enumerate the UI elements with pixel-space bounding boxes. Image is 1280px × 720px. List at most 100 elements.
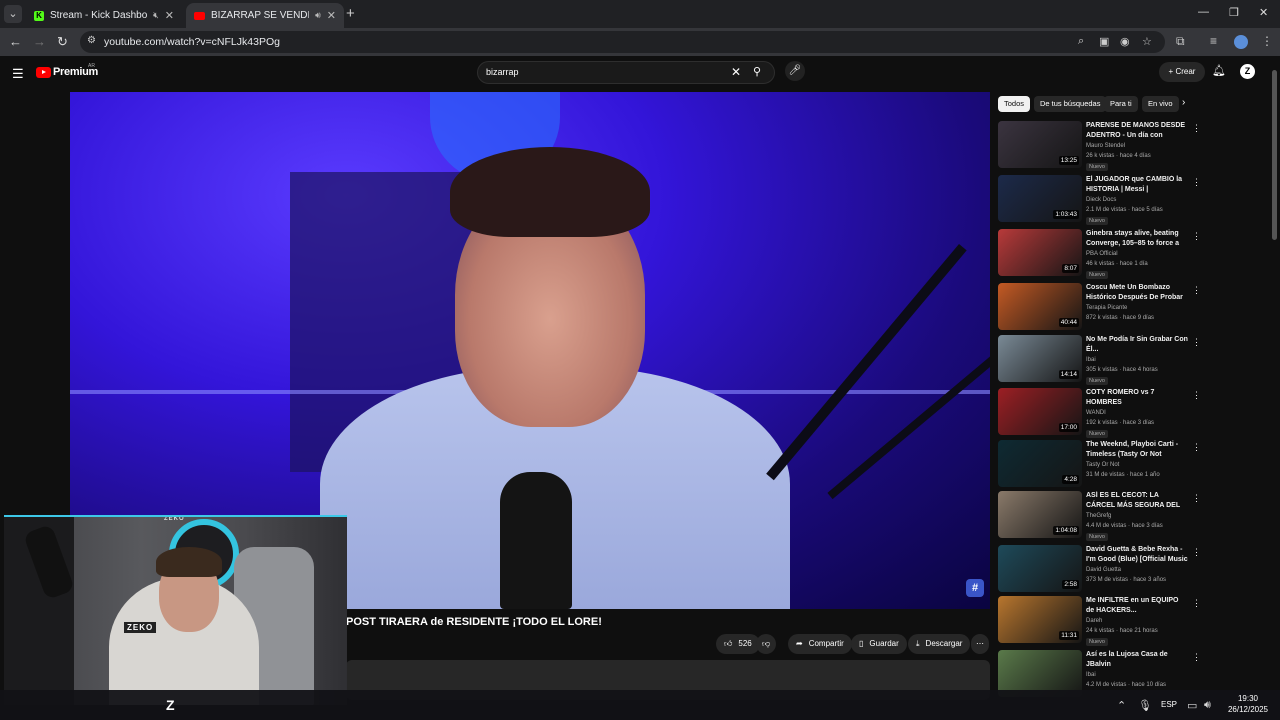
youtube-logo-icon[interactable] (36, 67, 51, 78)
profile-avatar[interactable] (1234, 35, 1248, 49)
recommendation-title[interactable]: Así es la Lujosa Casa de JBalvin (1086, 650, 1188, 669)
recommendation-title[interactable]: David Guetta & Bebe Rexha - I'm Good (Bl… (1086, 545, 1188, 564)
channel-name[interactable]: PBA Official (1086, 251, 1118, 257)
video-thumbnail[interactable]: 14:14 (998, 335, 1082, 382)
channel-name[interactable]: Dareh (1086, 618, 1102, 624)
more-options-icon[interactable]: ⋮ (1192, 285, 1201, 296)
recommendation-title[interactable]: El JUGADOR que CAMBIÓ la HISTORIA | Mess… (1086, 175, 1188, 194)
more-options-icon[interactable]: ⋮ (1192, 547, 1201, 558)
search-input[interactable]: bizarrap (486, 67, 519, 77)
reload-icon[interactable]: ↻ (57, 34, 68, 50)
recommendation-item[interactable]: 2:58 David Guetta & Bebe Rexha - I'm Good… (998, 545, 1201, 595)
video-thumbnail[interactable]: 13:25 (998, 121, 1082, 168)
recommendation-title[interactable]: COTY ROMERO vs 7 HOMBRES (1086, 388, 1188, 407)
scrollbar-thumb[interactable] (1272, 70, 1277, 240)
forward-icon[interactable]: → (33, 34, 46, 49)
recommendation-title[interactable]: Coscu Mete Un Bombazo Histórico Después … (1086, 283, 1188, 302)
recommendation-item[interactable]: 1:03:43 El JUGADOR que CAMBIÓ la HISTORIA… (998, 175, 1201, 225)
mute-icon[interactable]: 🔇︎ (153, 10, 159, 21)
notifications-bell-icon[interactable]: 🔔︎ (1212, 64, 1226, 77)
video-thumbnail[interactable]: 4:28 (998, 440, 1082, 487)
site-info-icon[interactable]: ⚙︎ (87, 35, 96, 46)
share-button[interactable]: ➦ Compartir (788, 634, 852, 654)
channel-watermark[interactable]: # (966, 579, 984, 597)
network-icon[interactable]: ▭ (1187, 699, 1197, 712)
recommendation-title[interactable]: No Me Podía Ir Sin Grabar Con Él... (1086, 335, 1188, 354)
recommendation-item[interactable]: 40:44 Coscu Mete Un Bombazo Histórico Des… (998, 283, 1201, 333)
video-thumbnail[interactable]: 8:07 (998, 229, 1082, 276)
channel-name[interactable]: Tasty Or Not (1086, 462, 1119, 468)
more-options-icon[interactable]: ⋮ (1192, 231, 1201, 242)
account-avatar[interactable]: Z (1240, 64, 1255, 79)
restore-button[interactable]: ❐ (1229, 6, 1239, 19)
channel-name[interactable]: Ibai (1086, 357, 1096, 363)
tab-kick-dashboard[interactable]: K Stream - Kick Dashboard 🔇︎ ✕ (26, 3, 182, 28)
reading-list-icon[interactable]: ≡ (1210, 34, 1217, 48)
video-thumbnail[interactable]: 1:04:08 (998, 491, 1082, 538)
url-text[interactable]: youtube.com/watch?v=cNFLJk43POg (104, 36, 280, 48)
cast-icon[interactable]: ▣ (1099, 35, 1109, 48)
chip-para-ti[interactable]: Para ti (1104, 96, 1138, 112)
chip-todos[interactable]: Todos (998, 96, 1031, 112)
more-options-icon[interactable]: ⋮ (1192, 337, 1201, 348)
recommendation-item[interactable]: 1:04:08 ASÍ ES EL CECOT: LA CÁRCEL MÁS SE… (998, 491, 1201, 541)
channel-name[interactable]: Mauro Stendel (1086, 143, 1125, 149)
tab-search-button[interactable]: ⌄ (4, 5, 22, 23)
recommendation-item[interactable]: 8:07 Ginebra stays alive, beating Converg… (998, 229, 1201, 279)
close-window-button[interactable]: ✕ (1259, 6, 1268, 19)
recommendation-item[interactable]: 13:25 PARENSE DE MANOS DESDE ADENTRO - Un… (998, 121, 1201, 171)
extensions-icon[interactable]: ⧉ (1176, 34, 1185, 49)
chip-de-tus-busquedas[interactable]: De tus búsquedas (1034, 96, 1107, 112)
recommendation-item[interactable]: 14:14 No Me Podía Ir Sin Grabar Con Él...… (998, 335, 1201, 385)
create-button[interactable]: + Crear (1159, 62, 1205, 82)
channel-name[interactable]: Ibai (1086, 672, 1096, 678)
minimize-button[interactable]: — (1198, 6, 1209, 18)
more-options-icon[interactable]: ⋮ (1192, 123, 1201, 134)
chip-en-vivo[interactable]: En vivo (1142, 96, 1179, 112)
z-logo-icon[interactable]: Z (166, 697, 184, 715)
address-bar[interactable]: ⚙︎ youtube.com/watch?v=cNFLJk43POg ⌕ ▣ ◉… (80, 31, 1165, 53)
more-options-icon[interactable]: ⋮ (1192, 493, 1201, 504)
channel-name[interactable]: WANDI (1086, 410, 1106, 416)
video-thumbnail[interactable]: 11:31 (998, 596, 1082, 643)
video-thumbnail[interactable]: 2:58 (998, 545, 1082, 592)
channel-name[interactable]: Dieck Docs (1086, 197, 1116, 203)
search-icon[interactable]: ⚲ (753, 65, 761, 78)
bookmark-star-icon[interactable]: ☆ (1142, 35, 1152, 48)
eye-off-icon[interactable]: ◉ (1120, 35, 1130, 48)
close-tab-icon[interactable]: ✕ (165, 9, 174, 22)
menu-icon[interactable]: ☰ (12, 66, 24, 82)
close-tab-icon[interactable]: ✕ (327, 9, 336, 22)
channel-name[interactable]: Terapia Picante (1086, 305, 1127, 311)
speaker-icon[interactable]: 🔊︎ (315, 10, 321, 21)
like-button[interactable]: 👍︎ 526 (716, 634, 760, 654)
chevron-up-icon[interactable]: ⌃ (1117, 699, 1126, 712)
channel-name[interactable]: TheGrefg (1086, 513, 1111, 519)
back-icon[interactable]: ← (9, 34, 22, 49)
channel-name[interactable]: David Guetta (1086, 567, 1121, 573)
recommendation-title[interactable]: PARENSE DE MANOS DESDE ADENTRO - Un día … (1086, 121, 1188, 140)
recommendation-title[interactable]: Me INFILTRE en un EQUIPO de HACKERS... (1086, 596, 1188, 615)
video-thumbnail[interactable]: 40:44 (998, 283, 1082, 330)
more-options-icon[interactable]: ⋮ (1192, 652, 1201, 663)
clear-search-icon[interactable]: ✕ (731, 65, 741, 79)
dislike-button[interactable]: 👎︎ (756, 634, 777, 654)
more-options-icon[interactable]: ⋮ (1192, 177, 1201, 188)
new-tab-button[interactable]: + (346, 5, 355, 22)
zoom-icon[interactable]: ⌕ (1078, 35, 1084, 48)
recommendation-title[interactable]: ASÍ ES EL CECOT: LA CÁRCEL MÁS SEGURA DE… (1086, 491, 1188, 510)
browser-menu-icon[interactable]: ⋮ (1261, 34, 1273, 48)
tab-youtube-video[interactable]: BIZARRAP SE VENDIÓ? ANÁLISIS 🔊︎ ✕ (186, 3, 344, 28)
recommendation-item[interactable]: 11:31 Me INFILTRE en un EQUIPO de HACKERS… (998, 596, 1201, 646)
more-options-icon[interactable]: ⋮ (1192, 442, 1201, 453)
voice-search-icon[interactable]: 🎤︎ (785, 61, 805, 81)
chevron-right-icon[interactable]: › (1182, 97, 1185, 108)
recommendation-item[interactable]: 4:28 The Weeknd, Playboi Carti - Timeless… (998, 440, 1201, 490)
video-thumbnail[interactable]: 1:03:43 (998, 175, 1082, 222)
more-options-icon[interactable]: ⋮ (1192, 598, 1201, 609)
recommendation-item[interactable]: 17:00 COTY ROMERO vs 7 HOMBRES WANDI 192 k … (998, 388, 1201, 438)
save-button[interactable]: ▯ Guardar (851, 634, 907, 654)
more-options-icon[interactable]: ⋮ (1192, 390, 1201, 401)
download-button[interactable]: ⤓ Descargar (908, 634, 971, 654)
microphone-icon[interactable]: 🎙︎ (1138, 699, 1152, 712)
